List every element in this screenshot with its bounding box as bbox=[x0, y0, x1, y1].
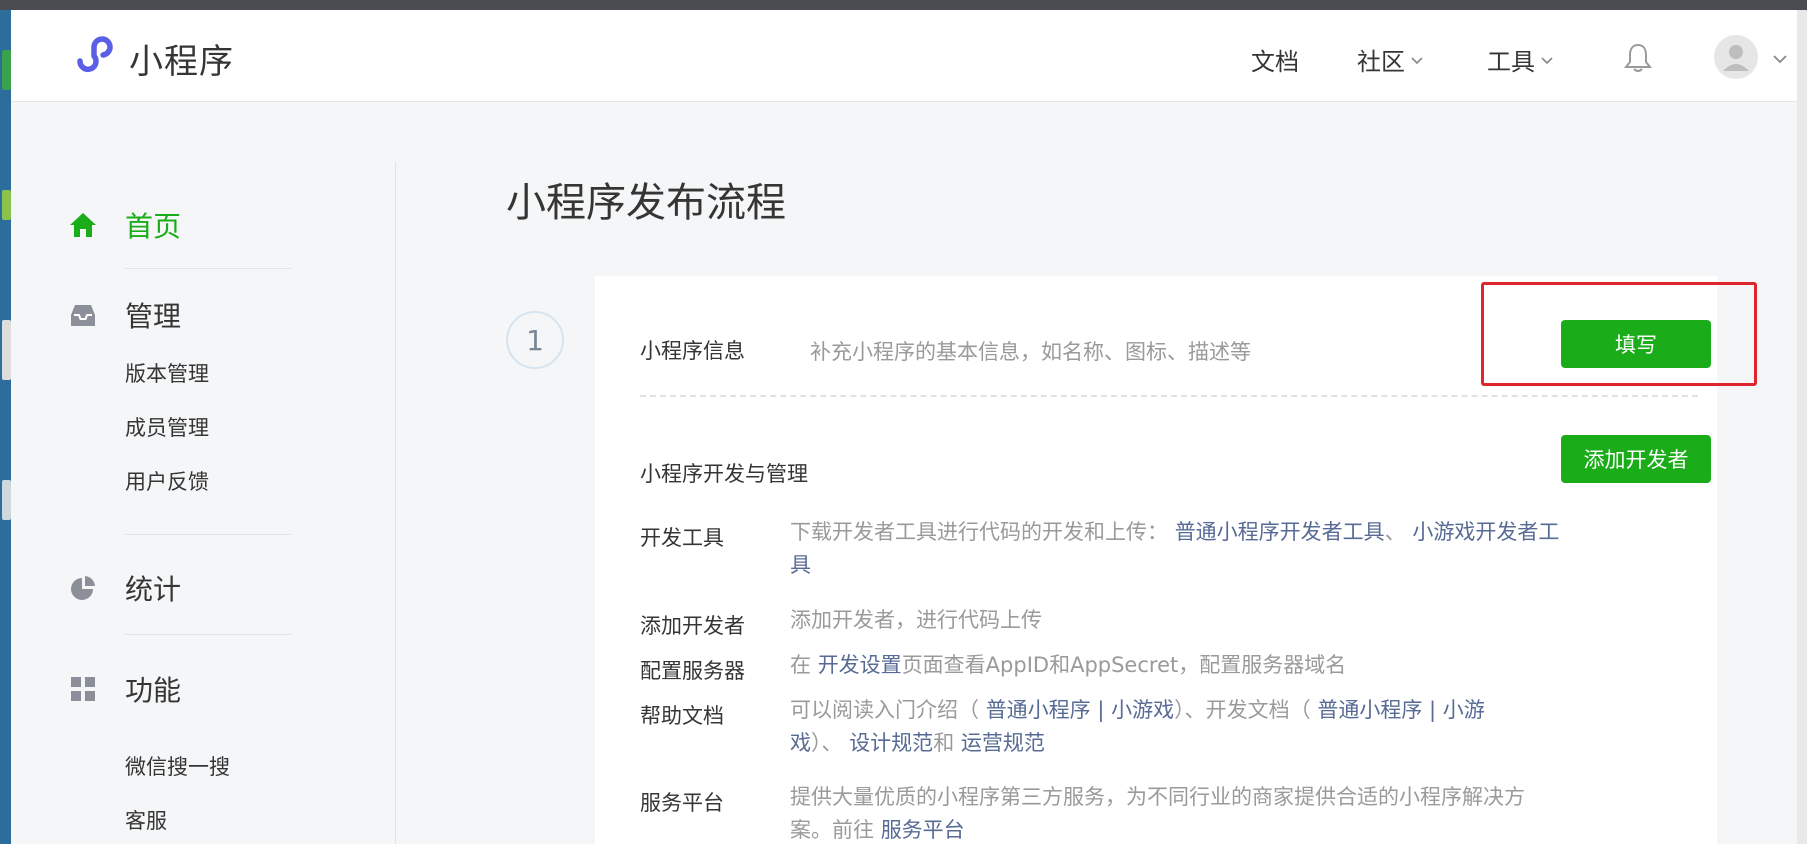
link-design-spec[interactable]: 设计规范 bbox=[849, 731, 933, 755]
grid-icon bbox=[71, 677, 95, 701]
detail-text: 和 bbox=[933, 731, 955, 755]
sidebar-item-features[interactable]: 功能 bbox=[68, 669, 181, 709]
bell-icon[interactable] bbox=[1623, 42, 1653, 74]
detail-label-dev-tools: 开发工具 bbox=[640, 526, 724, 550]
detail-text: 在 bbox=[790, 653, 811, 677]
sidebar-item-version-manage[interactable]: 版本管理 bbox=[125, 358, 209, 388]
sidebar-border bbox=[395, 162, 396, 844]
info-row-title: 小程序信息 bbox=[640, 339, 745, 363]
separator: 、 bbox=[1384, 520, 1406, 544]
pie-chart-icon bbox=[71, 576, 95, 600]
chevron-down-icon bbox=[1411, 56, 1423, 64]
nav-community-label: 社区 bbox=[1357, 48, 1405, 76]
highlight-annotation-box bbox=[1481, 282, 1757, 386]
top-header: 小程序 文档 社区 工具 bbox=[11, 10, 1797, 102]
sidebar-item-label: 首页 bbox=[125, 210, 182, 243]
sidebar-item-label: 功能 bbox=[125, 674, 182, 707]
detail-text: 页面查看AppID和AppSecret，配置服务器域名 bbox=[901, 653, 1347, 677]
link-operation-spec[interactable]: 运营规范 bbox=[961, 731, 1045, 755]
add-developer-button[interactable]: 添加开发者 bbox=[1561, 435, 1711, 483]
sidebar-item-label: 管理 bbox=[125, 300, 182, 333]
link-divider: | bbox=[1429, 698, 1437, 722]
sidebar-divider bbox=[125, 268, 291, 269]
detail-label-help-docs: 帮助文档 bbox=[640, 704, 724, 728]
user-avatar-icon[interactable] bbox=[1714, 35, 1758, 79]
browser-window: 小程序 文档 社区 工具 首页 管理 版本管理 成员管理 用户反馈 统计 功能 … bbox=[11, 10, 1797, 844]
sidebar-item-customer-service[interactable]: 客服 bbox=[125, 805, 167, 835]
detail-text: 下载开发者工具进行代码的开发和上传： bbox=[790, 520, 1168, 544]
detail-text-dev-tools: 下载开发者工具进行代码的开发和上传： 普通小程序开发者工具、 小游戏开发者工具 bbox=[790, 516, 1565, 582]
nav-docs-label: 文档 bbox=[1251, 48, 1299, 76]
sidebar-item-member-manage[interactable]: 成员管理 bbox=[125, 412, 209, 442]
detail-text-add-developer: 添加开发者，进行代码上传 bbox=[790, 608, 1042, 632]
app-name[interactable]: 小程序 bbox=[129, 34, 234, 83]
nav-community[interactable]: 社区 bbox=[1357, 42, 1425, 77]
detail-label-server-config: 配置服务器 bbox=[640, 659, 745, 683]
link-dev-settings[interactable]: 开发设置 bbox=[818, 653, 902, 677]
detail-text-service-platform: 提供大量优质的小程序第三方服务，为不同行业的商家提供合适的小程序解决方案。前往 … bbox=[790, 781, 1545, 844]
desktop-right-strip bbox=[1797, 10, 1807, 844]
sidebar-item-manage[interactable]: 管理 bbox=[68, 295, 181, 335]
link-normal-devtools[interactable]: 普通小程序开发者工具 bbox=[1175, 520, 1385, 544]
page-title: 小程序发布流程 bbox=[506, 180, 786, 226]
sidebar-item-stats[interactable]: 统计 bbox=[68, 568, 181, 608]
chevron-down-icon[interactable] bbox=[1771, 50, 1789, 68]
detail-text: ）、 bbox=[811, 731, 843, 755]
nav-tools-label: 工具 bbox=[1487, 48, 1535, 76]
home-icon bbox=[70, 213, 96, 237]
mini-program-logo[interactable] bbox=[70, 31, 116, 77]
sidebar-divider bbox=[125, 534, 291, 535]
desktop-left-strip bbox=[0, 10, 11, 844]
detail-text: 可以阅读入门介绍（ bbox=[790, 698, 979, 722]
nav-tools[interactable]: 工具 bbox=[1487, 42, 1555, 77]
dev-row-title: 小程序开发与管理 bbox=[640, 462, 808, 486]
detail-label-add-developer: 添加开发者 bbox=[640, 614, 745, 638]
sidebar-item-label: 统计 bbox=[125, 573, 182, 606]
sidebar-divider bbox=[125, 634, 291, 635]
inbox-icon bbox=[71, 305, 95, 326]
link-docs-normal[interactable]: 普通小程序 bbox=[1317, 698, 1422, 722]
sidebar-item-user-feedback[interactable]: 用户反馈 bbox=[125, 466, 209, 496]
link-intro-minigame[interactable]: 小游戏 bbox=[1111, 698, 1174, 722]
sidebar: 首页 管理 版本管理 成员管理 用户反馈 统计 功能 微信搜一搜 客服 bbox=[11, 102, 396, 844]
sidebar-item-home[interactable]: 首页 bbox=[68, 205, 181, 245]
detail-label-service-platform: 服务平台 bbox=[640, 791, 724, 815]
step-number-badge: 1 bbox=[506, 311, 564, 369]
info-row-description: 补充小程序的基本信息，如名称、图标、描述等 bbox=[810, 340, 1251, 364]
desktop-top-strip bbox=[0, 0, 1807, 10]
sidebar-item-wechat-search[interactable]: 微信搜一搜 bbox=[125, 751, 230, 781]
nav-docs[interactable]: 文档 bbox=[1251, 42, 1299, 77]
dashed-divider bbox=[640, 395, 1698, 397]
detail-text-help-docs: 可以阅读入门介绍（ 普通小程序 | 小游戏）、开发文档（ 普通小程序 | 小游戏… bbox=[790, 694, 1510, 760]
user-silhouette-icon bbox=[1723, 45, 1749, 71]
link-intro-normal[interactable]: 普通小程序 bbox=[986, 698, 1091, 722]
link-service-platform[interactable]: 服务平台 bbox=[881, 818, 965, 842]
link-divider: | bbox=[1097, 698, 1105, 722]
chevron-down-icon bbox=[1541, 56, 1553, 64]
detail-text-server-config: 在 开发设置页面查看AppID和AppSecret，配置服务器域名 bbox=[790, 649, 1565, 682]
detail-text: ）、开发文档（ bbox=[1174, 698, 1311, 722]
